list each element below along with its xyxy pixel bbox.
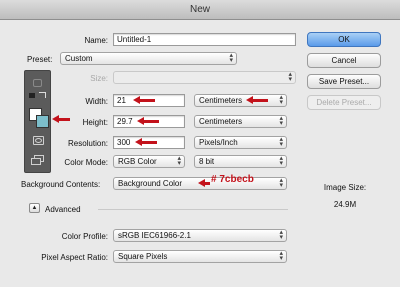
width-unit-callout-arrow [246,96,268,104]
swap-colors-icon [39,92,46,98]
resolution-unit-value: Pixels/Inch [199,138,238,147]
background-contents-value: Background Color [118,179,183,188]
image-size-label: Image Size: [323,183,367,192]
background-contents-label: Background Contents: [21,180,101,189]
width-unit-value: Centimeters [199,96,243,105]
bit-depth-value: 8 bit [199,157,215,166]
title-bar: New [0,0,400,20]
preset-value: Custom [65,54,93,63]
color-profile-label: Color Profile: [61,232,108,241]
color-mode-label: Color Mode: [64,158,108,167]
stepper-arrows-icon: ▴ ▾ [279,136,283,148]
pixel-aspect-select[interactable]: Square Pixels ▴ ▾ [113,250,287,263]
bit-depth-select[interactable]: 8 bit ▴ ▾ [194,155,287,168]
resolution-callout-arrow [135,138,157,146]
ok-button[interactable]: OK [307,32,381,47]
stepper-arrows-icon: ▴ ▾ [177,155,181,167]
resolution-label: Resolution: [67,139,108,148]
stepper-arrows-icon: ▴ ▾ [279,115,283,127]
stepper-arrows-icon: ▴ ▾ [279,155,283,167]
background-callout-arrow [198,179,210,187]
color-profile-value: sRGB IEC61966-2.1 [118,231,191,240]
color-mode-select[interactable]: RGB Color ▴ ▾ [113,155,185,168]
width-unit-select[interactable]: Centimeters ▴ ▾ [194,94,287,107]
height-unit-value: Centimeters [199,117,243,126]
stepper-arrows-icon: ▴ ▾ [279,177,283,189]
color-mode-value: RGB Color [118,157,157,166]
width-callout-arrow [133,96,155,104]
stepper-arrows-icon: ▴ ▾ [279,229,283,241]
advanced-disclosure-icon[interactable]: ▲ [29,203,40,213]
resolution-unit-select[interactable]: Pixels/Inch ▴ ▾ [194,136,287,149]
name-label: Name: [84,36,108,45]
background-color-annotation: # 7cbecb [211,174,254,185]
background-color-swatch[interactable] [36,115,49,128]
cancel-button[interactable]: Cancel [307,53,381,68]
advanced-label: Advanced [45,205,81,214]
magnify-icon [33,79,42,87]
stepper-arrows-icon: ▴ ▾ [229,52,233,64]
width-label: Width: [85,97,108,106]
advanced-divider [98,209,288,210]
size-select: ▴ ▾ [113,71,296,84]
stepper-arrows-icon: ▴ ▾ [288,71,292,83]
height-unit-select[interactable]: Centimeters ▴ ▾ [194,115,287,128]
save-preset-button[interactable]: Save Preset... [307,74,381,89]
pixel-aspect-value: Square Pixels [118,252,168,261]
name-field[interactable]: Untitled-1 [113,33,296,46]
quick-mask-circle [35,138,42,143]
image-size-value: 24.9M [333,200,357,209]
delete-preset-button: Delete Preset... [307,95,381,110]
stepper-arrows-icon: ▴ ▾ [279,94,283,106]
stepper-arrows-icon: ▴ ▾ [279,250,283,262]
preset-label: Preset: [27,55,53,64]
height-callout-arrow [137,117,159,125]
new-document-dialog: New Name: Untitled-1 Preset: Custom ▴ ▾ S… [0,0,400,287]
dialog-title: New [189,4,210,15]
height-label: Height: [82,118,108,127]
pixel-aspect-label: Pixel Aspect Ratio: [41,253,108,262]
size-label: Size: [90,74,108,83]
preset-select[interactable]: Custom ▴ ▾ [60,52,237,65]
color-profile-select[interactable]: sRGB IEC61966-2.1 ▴ ▾ [113,229,287,242]
default-colors-icon [29,93,35,98]
